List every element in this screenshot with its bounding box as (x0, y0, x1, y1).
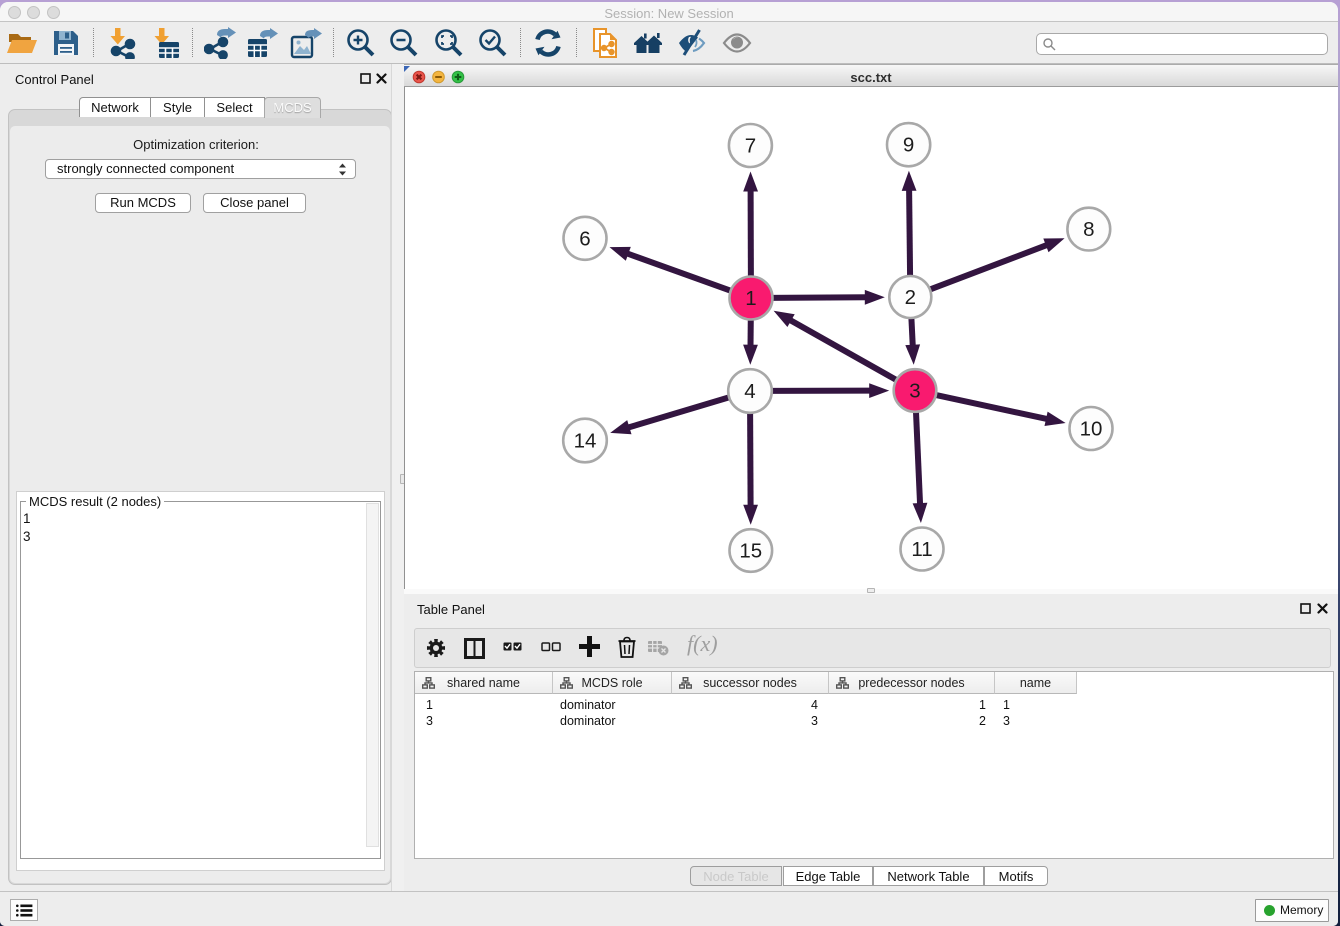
svg-text:8: 8 (1083, 218, 1094, 241)
svg-text:9: 9 (903, 133, 914, 156)
svg-text:11: 11 (911, 538, 932, 561)
svg-text:7: 7 (745, 134, 756, 157)
svg-text:10: 10 (1080, 417, 1103, 440)
svg-text:1: 1 (745, 287, 756, 310)
svg-text:15: 15 (739, 539, 762, 562)
svg-text:3: 3 (909, 379, 920, 402)
svg-text:6: 6 (579, 227, 590, 250)
svg-text:2: 2 (905, 286, 916, 309)
svg-text:14: 14 (574, 429, 597, 452)
svg-text:4: 4 (744, 380, 755, 403)
